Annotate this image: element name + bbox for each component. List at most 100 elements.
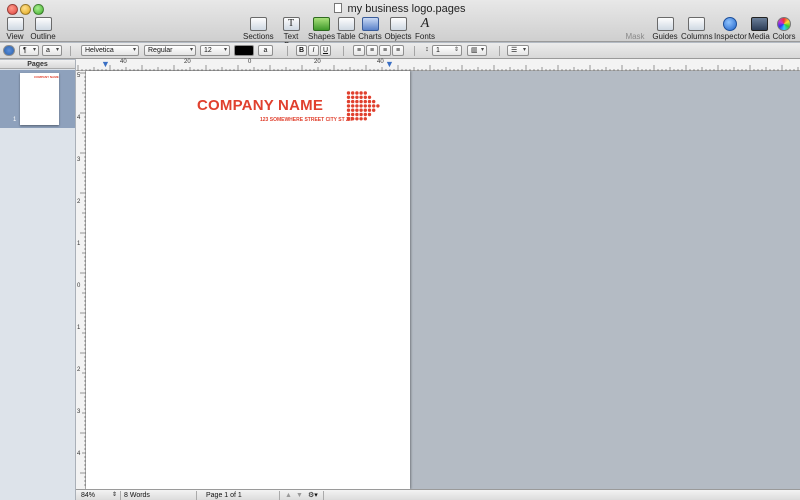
left-indent-marker-icon[interactable]: ▼ <box>101 59 110 69</box>
vertical-ruler[interactable]: 5 4 3 2 1 0 1 2 3 4 <box>76 71 86 489</box>
align-right-button[interactable]: ≡ <box>379 45 391 56</box>
charts-button[interactable]: Charts <box>358 17 382 41</box>
colors-label: Colors <box>772 32 796 41</box>
italic-label: I <box>312 47 315 54</box>
line-spacing-value: 1 <box>436 47 440 54</box>
media-button[interactable]: Media <box>748 17 770 41</box>
divider <box>323 491 324 500</box>
fonts-button[interactable]: A Fonts <box>414 17 436 42</box>
divider <box>70 46 71 56</box>
popup-arrow-icon: ▾ <box>132 47 136 53</box>
list-style-popup[interactable]: ☰ ▾ <box>507 45 529 56</box>
popup-arrow-icon: ▾ <box>55 47 59 53</box>
colors-icon <box>777 17 791 31</box>
list-style-icon: ☰ <box>511 47 518 54</box>
popup-arrow-icon: ▾ <box>522 47 526 53</box>
charts-label: Charts <box>358 32 382 41</box>
guides-button[interactable]: Guides <box>652 17 678 41</box>
page-number: 1 <box>13 117 17 123</box>
columns-popup-icon: ▥ <box>471 47 478 54</box>
inspector-label: Inspector <box>714 32 747 41</box>
align-left-button[interactable]: ≡ <box>353 45 365 56</box>
sections-icon <box>249 17 267 31</box>
popup-arrow-icon: ▾ <box>480 47 484 53</box>
italic-button[interactable]: I <box>308 45 319 56</box>
divider <box>120 491 121 500</box>
sections-label: Sections <box>243 32 274 41</box>
zoom-popup[interactable]: 84% ⇕ <box>81 491 117 500</box>
shapes-label: Shapes <box>308 32 336 41</box>
guides-icon <box>656 17 674 31</box>
highlight-color-well[interactable]: a <box>258 45 273 56</box>
action-gear-icon[interactable]: ⚙▾ <box>308 491 318 500</box>
ruler-label: 5 <box>77 73 81 79</box>
font-family-popup[interactable]: Helvetica ▾ <box>81 45 139 56</box>
sections-button[interactable]: Sections <box>243 17 274 41</box>
divider <box>287 46 288 56</box>
underline-button[interactable]: U <box>320 45 331 56</box>
inspector-button[interactable]: Inspector <box>714 17 747 41</box>
ruler-label: 20 <box>314 59 321 65</box>
view-button[interactable]: View <box>4 17 26 41</box>
format-bar: ¶ ▾ a ▾ Helvetica ▾ Regular ▾ 12 ▾ a B I U ≡ … <box>0 43 800 59</box>
previous-page-button[interactable]: ▲ <box>285 491 292 500</box>
popup-arrow-icon: ▾ <box>189 47 193 53</box>
page-thumbnail-selection[interactable]: COMPANY NAME 1 <box>0 70 75 128</box>
line-spacing-field[interactable]: 1 ⇕ <box>432 45 462 56</box>
columns-label: Columns <box>681 32 713 41</box>
character-style-popup[interactable]: a ▾ <box>42 45 62 56</box>
document-page[interactable]: COMPANY NAME 123 SOMEWHERE STREET CITY S… <box>86 71 410 489</box>
right-indent-marker-icon[interactable]: ▼ <box>385 59 394 69</box>
divider <box>499 46 500 56</box>
stepper-arrow-icon: ⇕ <box>453 47 459 53</box>
objects-label: Objects <box>384 32 412 41</box>
company-name[interactable]: COMPANY NAME <box>197 97 323 114</box>
columns-button[interactable]: Columns <box>681 17 713 41</box>
paragraph-style-popup[interactable]: ¶ ▾ <box>19 45 39 56</box>
ruler-ticks <box>80 72 86 486</box>
fonts-label: Fonts <box>414 32 435 41</box>
title-bar: my business logo.pages View Outline Sect… <box>0 0 800 50</box>
ruler-label: 1 <box>77 325 81 331</box>
ruler-label: 3 <box>77 409 81 415</box>
next-page-button[interactable]: ▼ <box>296 491 303 500</box>
outline-icon <box>34 17 52 31</box>
character-style-label: a <box>46 47 50 54</box>
status-bar: 84% ⇕ 8 Words Page 1 of 1 ▲ ▼ ⚙▾ <box>76 489 800 500</box>
view-label: View <box>6 32 24 41</box>
page-thumbnail[interactable]: COMPANY NAME <box>20 73 59 125</box>
line-spacing-icon: ↕ <box>425 46 429 53</box>
font-style-popup[interactable]: Regular ▾ <box>144 45 196 56</box>
arrow-logo-icon[interactable] <box>346 90 382 122</box>
table-label: Table <box>336 32 356 41</box>
company-address[interactable]: 123 SOMEWHERE STREET CITY ST ZIP <box>260 117 354 123</box>
bold-label: B <box>298 47 305 54</box>
outline-button[interactable]: Outline <box>29 17 57 41</box>
shapes-button[interactable]: Shapes <box>308 17 336 41</box>
divider <box>414 46 415 56</box>
columns-popup[interactable]: ▥ ▾ <box>467 45 487 56</box>
shapes-icon <box>312 17 330 31</box>
popup-arrow-icon: ▾ <box>223 47 227 53</box>
window-title-text: my business logo.pages <box>347 3 466 15</box>
popup-arrow-icon: ▾ <box>32 47 36 53</box>
horizontal-ruler[interactable]: 40 20 0 20 40 ▼ ▼ <box>76 59 800 71</box>
view-icon <box>6 17 24 31</box>
table-button[interactable]: Table <box>336 17 356 41</box>
objects-button[interactable]: Objects <box>384 17 412 41</box>
align-center-button[interactable]: ≡ <box>366 45 378 56</box>
colors-button[interactable]: Colors <box>772 17 796 41</box>
bold-button[interactable]: B <box>296 45 307 56</box>
justify-button[interactable]: ≡ <box>392 45 404 56</box>
inspector-icon <box>723 17 737 31</box>
underline-label: U <box>322 47 329 54</box>
document-icon <box>334 3 343 13</box>
mask-button[interactable]: Mask <box>624 17 646 41</box>
font-size-field[interactable]: 12 ▾ <box>200 45 230 56</box>
charts-icon <box>361 17 379 31</box>
media-icon <box>750 17 768 31</box>
ruler-label: 2 <box>77 367 81 373</box>
text-color-well[interactable] <box>234 45 254 56</box>
ruler-label: 3 <box>77 157 81 163</box>
styles-drawer-button[interactable] <box>3 45 15 56</box>
